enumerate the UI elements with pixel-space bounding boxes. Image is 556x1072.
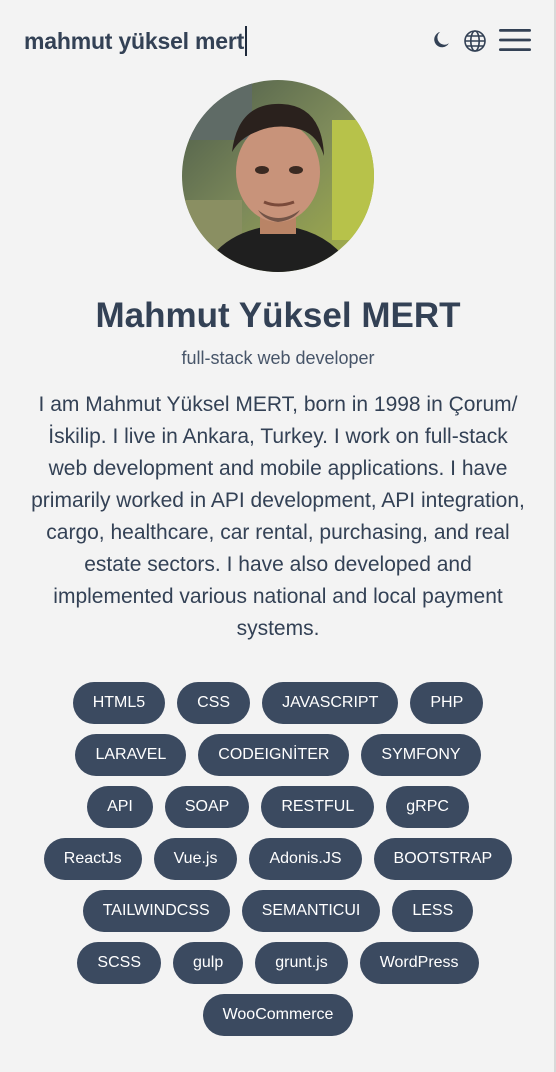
profile-role: full-stack web developer <box>181 348 375 368</box>
skill-tag: gRPC <box>386 786 469 828</box>
profile-avatar <box>182 80 374 272</box>
skill-tag: SYMFONY <box>361 734 481 776</box>
skill-tag: RESTFUL <box>261 786 375 828</box>
hamburger-menu-icon[interactable] <box>498 25 532 55</box>
skill-tag: PHP <box>410 682 484 724</box>
skill-tag: JAVASCRIPT <box>262 682 399 724</box>
moon-icon[interactable] <box>430 28 454 52</box>
skill-tag: Vue.js <box>153 838 238 880</box>
skill-tag: BOOTSTRAP <box>373 838 513 880</box>
skill-tag: LESS <box>392 890 474 932</box>
skill-tag: WooCommerce <box>202 994 354 1036</box>
skill-tag: TAILWINDCSS <box>82 890 230 932</box>
skill-tag: WordPress <box>359 942 479 984</box>
skill-tags: HTML5 CSS JAVASCRIPT PHP LARAVEL CODEIGNİTER S… <box>40 682 516 1036</box>
skill-tag: ReactJs <box>43 838 142 880</box>
globe-icon[interactable] <box>462 28 488 54</box>
skill-tag: LARAVEL <box>75 734 187 776</box>
skill-tag: API <box>87 786 153 828</box>
skill-tag: gulp <box>173 942 244 984</box>
skill-tag: SEMANTICUI <box>241 890 381 932</box>
skill-tag: SCSS <box>77 942 161 984</box>
skill-tag: HTML5 <box>72 682 166 724</box>
site-header: mahmut yüksel mert <box>0 0 556 82</box>
brand-text: mahmut yüksel mert <box>24 27 245 54</box>
skill-tag: CODEIGNİTER <box>198 734 350 776</box>
site-brand[interactable]: mahmut yüksel mert <box>24 26 248 56</box>
skill-tag: CSS <box>177 682 251 724</box>
skill-tag: SOAP <box>164 786 250 828</box>
typing-cursor <box>245 26 248 56</box>
skill-tag: grunt.js <box>255 942 348 984</box>
skill-tag: Adonis.JS <box>249 838 362 880</box>
profile-name: Mahmut Yüksel MERT <box>95 296 461 335</box>
profile-bio: I am Mahmut Yüksel MERT, born in 1998 in… <box>31 393 525 640</box>
